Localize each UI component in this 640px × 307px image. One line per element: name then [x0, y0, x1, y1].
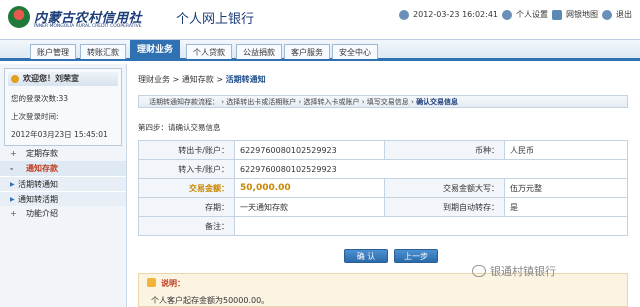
watermark: 银通村镇银行 [472, 263, 556, 279]
menu-current-to-notice[interactable]: ▶ 活期转通知 [0, 176, 126, 191]
user-icon [11, 75, 19, 83]
confirm-table: 转出卡/账户： 6229760080102529923 币种： 人民币 转入卡/… [138, 140, 628, 236]
header: 内蒙古农村信用社 INNER MONGOLIA RURAL CREDIT COO… [0, 0, 640, 38]
wechat-icon [472, 265, 486, 277]
menu-intro[interactable]: + 功能介绍 [0, 206, 126, 221]
arrow-right-icon: ▶ [10, 196, 15, 203]
nav-account[interactable]: 账户管理 [30, 44, 76, 59]
collapse-icon: - [10, 164, 14, 173]
main-nav: 账户管理 转账汇款 理财业务 个人贷款 公益捐款 客户服务 安全中心 [0, 39, 640, 61]
menu-notice-deposit[interactable]: - 通知存款 [0, 161, 126, 176]
remark-value [234, 216, 628, 236]
nav-service[interactable]: 客户服务 [284, 44, 330, 59]
amount-cn-label: 交易金额大写： [384, 178, 505, 198]
table-row: 转出卡/账户： 6229760080102529923 币种： 人民币 [138, 140, 628, 160]
menu-fixed-deposit[interactable]: + 定期存款 [0, 146, 126, 161]
nav-donation[interactable]: 公益捐款 [236, 44, 282, 59]
menu-label: 通知转活期 [18, 195, 58, 204]
sitemap-link[interactable]: 网银地图 [566, 9, 598, 20]
auto-renew-label: 到期自动转存： [384, 197, 505, 217]
site-name: 个人网上银行 [176, 12, 255, 27]
amount-label: 交易金额： [138, 178, 235, 198]
main-content: 理财业务 > 通知存款 > 活期转通知 活期转通知存款流程： › 选择转出卡或活… [138, 64, 640, 307]
step-label: 第四步：请确认交易信息 [138, 123, 221, 132]
clock-icon [399, 9, 410, 20]
logout-icon[interactable] [602, 9, 612, 20]
expand-icon: + [10, 209, 17, 218]
info-icon [147, 278, 156, 287]
menu-label: 功能介绍 [26, 209, 58, 218]
menu-notice-to-current[interactable]: ▶ 通知转活期 [0, 191, 126, 206]
breadcrumb-current: 活期转通知 [225, 75, 266, 84]
auto-renew-value: 是 [504, 197, 628, 217]
steps-prefix: 活期转通知存款流程： [149, 98, 219, 106]
back-button[interactable]: 上一步 [394, 249, 438, 263]
sidebar: 欢迎您！刘荣宣 您的登录次数:33 上次登录时间: 2012年03月23日 15… [0, 64, 127, 307]
arrow-right-icon: ▶ [10, 181, 15, 188]
term-value: 一天通知存款 [234, 197, 385, 217]
table-row: 备注： [138, 216, 628, 236]
notice-text: 个人客户起存金额为50000.00。 [151, 296, 270, 305]
watermark-text: 银通村镇银行 [490, 265, 556, 278]
confirm-button[interactable]: 确 认 [344, 249, 388, 263]
user-settings-icon[interactable] [502, 9, 512, 20]
menu-label: 通知存款 [26, 164, 58, 173]
currency-label: 币种： [384, 140, 505, 160]
nav-transfer[interactable]: 转账汇款 [80, 44, 126, 59]
menu-label: 定期存款 [26, 149, 58, 158]
nav-loan[interactable]: 个人贷款 [186, 44, 232, 59]
from-account-value: 6229760080102529923 [234, 140, 385, 160]
login-count: 您的登录次数:33 [11, 94, 69, 103]
side-menu: + 定期存款 - 通知存款 ▶ 活期转通知 ▶ 通知转活期 + 功能介绍 [0, 146, 126, 221]
nav-security[interactable]: 安全中心 [332, 44, 378, 59]
to-account-label: 转入卡/账户： [138, 159, 235, 179]
process-steps: 活期转通知存款流程： › 选择转出卡或活期账户 › 选择转入卡或账户 › 填写交… [138, 95, 628, 108]
breadcrumb-path[interactable]: 理财业务 > 通知存款 > [138, 75, 226, 84]
table-row: 转入卡/账户： 6229760080102529923 [138, 159, 628, 179]
notice-title: 说明： [161, 279, 185, 288]
welcome-bar: 欢迎您！刘荣宣 [8, 72, 118, 86]
table-row: 交易金额： 50,000.00 交易金额大写： 伍万元整 [138, 178, 628, 198]
sitemap-icon[interactable] [552, 9, 562, 20]
logout-link[interactable]: 退出 [616, 9, 632, 20]
table-row: 存期： 一天通知存款 到期自动转存： 是 [138, 197, 628, 217]
from-account-label: 转出卡/账户： [138, 140, 235, 160]
top-links: 2012-03-23 16:02:41 个人设置 网银地图 退出 [399, 9, 632, 20]
bank-name-en: INNER MONGOLIA RURAL CREDIT COOPERATIVE [34, 24, 142, 29]
amount-cn-value: 伍万元整 [504, 178, 628, 198]
last-login-time: 2012年03月23日 15:45:01 [11, 130, 108, 139]
datetime: 2012-03-23 16:02:41 [413, 10, 498, 19]
expand-icon: + [10, 149, 17, 158]
term-label: 存期： [138, 197, 235, 217]
nav-wealth[interactable]: 理财业务 [130, 40, 181, 59]
step-1: 选择转出卡或活期账户 [226, 98, 297, 106]
step-2: 选择转入卡或账户 [303, 98, 360, 106]
amount-value: 50,000.00 [234, 178, 385, 198]
currency-value: 人民币 [504, 140, 628, 160]
settings-link[interactable]: 个人设置 [516, 9, 548, 20]
breadcrumb: 理财业务 > 通知存款 > 活期转通知 [138, 74, 266, 85]
last-login-label: 上次登录时间: [11, 112, 59, 121]
step-current: 确认交易信息 [416, 98, 459, 106]
bank-logo-icon [8, 6, 30, 28]
step-3: 填写交易信息 [366, 98, 409, 106]
remark-label: 备注： [138, 216, 235, 236]
user-info-box: 欢迎您！刘荣宣 您的登录次数:33 上次登录时间: 2012年03月23日 15… [4, 68, 122, 146]
welcome-text: 欢迎您！刘荣宣 [23, 74, 79, 83]
menu-label: 活期转通知 [18, 180, 58, 189]
to-account-value: 6229760080102529923 [234, 159, 628, 179]
